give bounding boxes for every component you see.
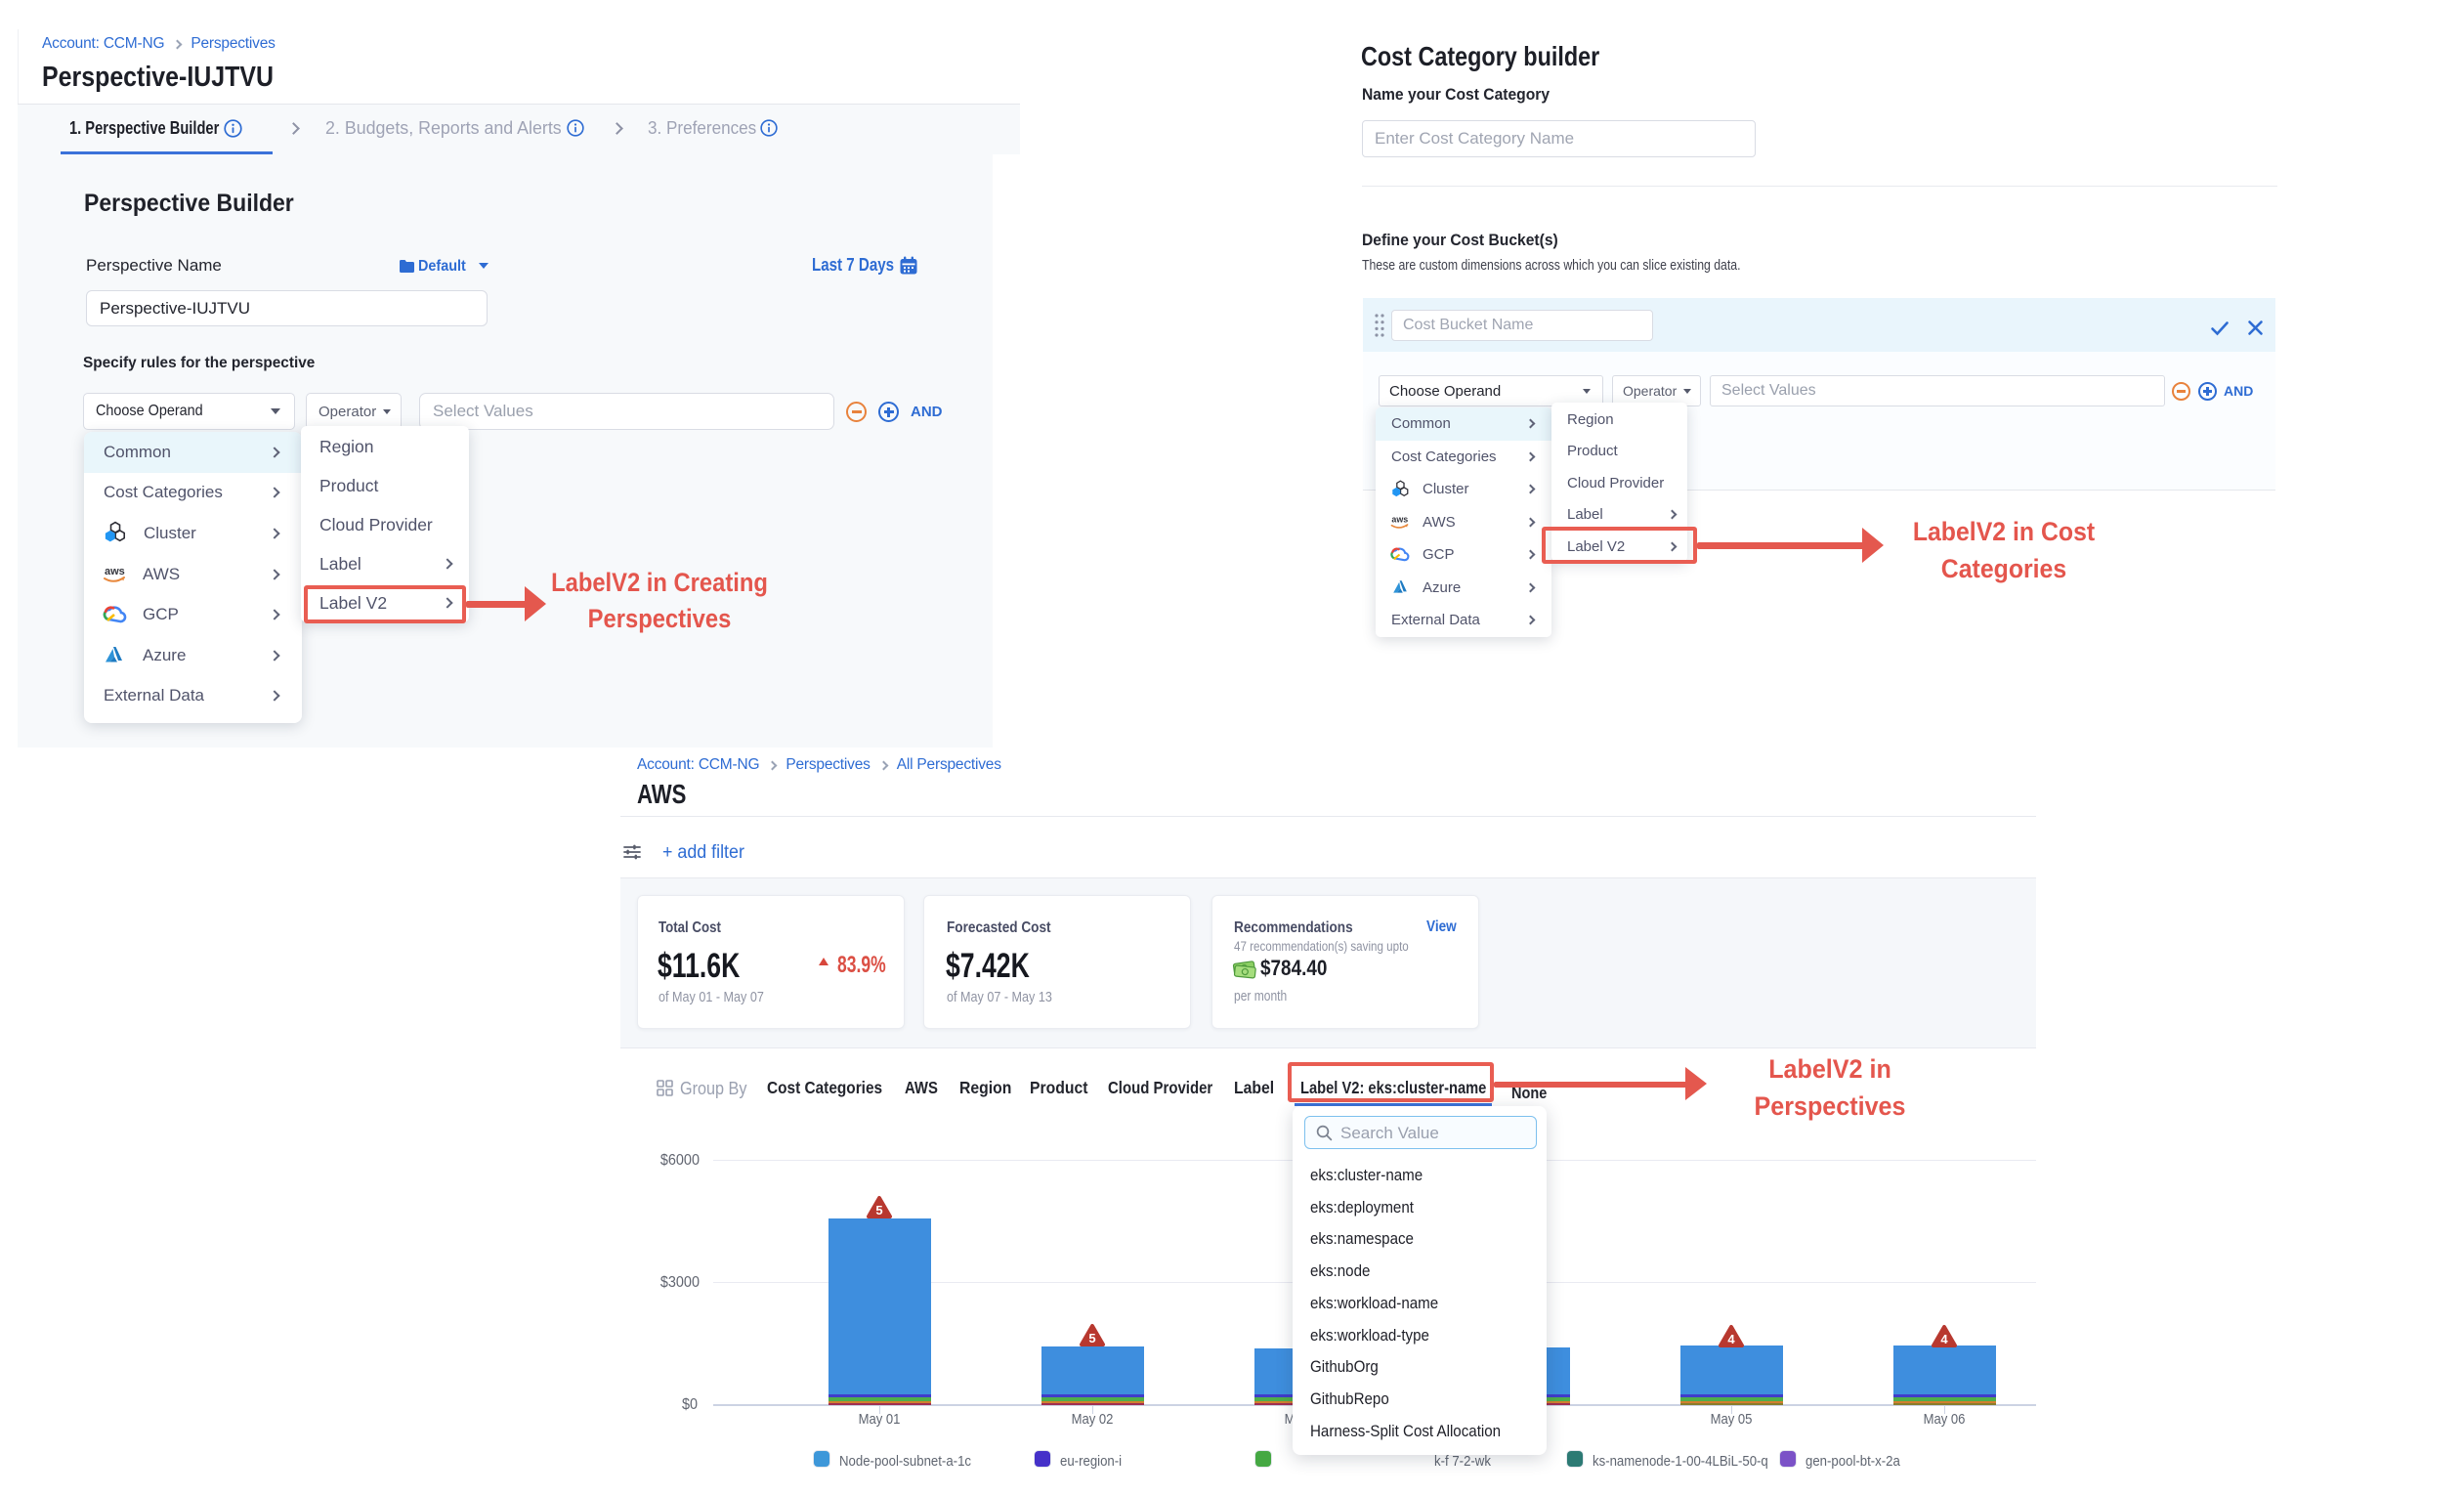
- svg-text:aws: aws: [105, 566, 125, 577]
- svg-text:4: 4: [1727, 1332, 1735, 1346]
- svg-text:5: 5: [1088, 1331, 1095, 1346]
- svg-text:5: 5: [875, 1203, 882, 1217]
- svg-text:4: 4: [1940, 1332, 1948, 1346]
- svg-text:aws: aws: [1391, 514, 1408, 524]
